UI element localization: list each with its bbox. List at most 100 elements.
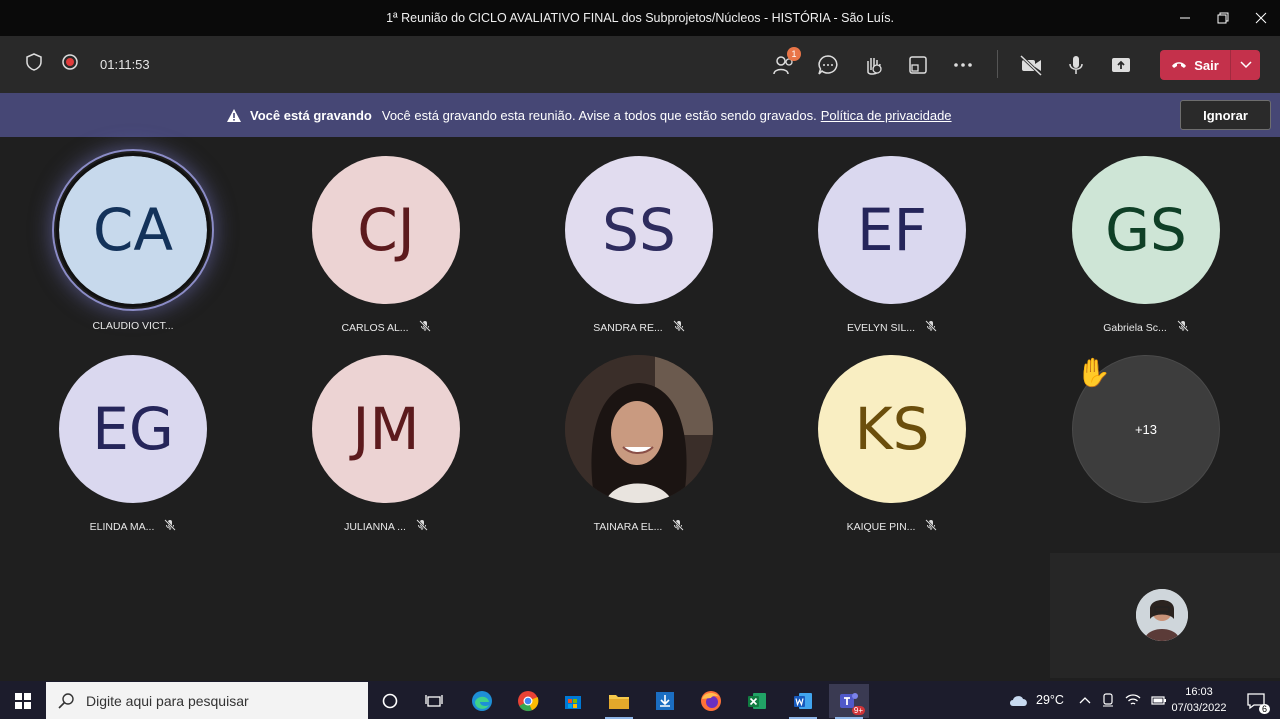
taskbar-search[interactable]: Digite aqui para pesquisar — [46, 682, 368, 719]
participant-tile[interactable]: CJ CARLOS AL... — [286, 139, 486, 339]
wifi-icon — [1125, 694, 1141, 705]
title-bar: 1ª Reunião do CICLO AVALIATIVO FINAL dos… — [0, 0, 1280, 36]
meet-now-icon — [1103, 693, 1113, 707]
participant-name: CLAUDIO VICT... — [92, 320, 174, 332]
start-button[interactable] — [3, 684, 43, 718]
camera-button[interactable] — [1018, 52, 1044, 78]
microphone-icon — [1069, 56, 1083, 74]
cortana-button[interactable] — [370, 684, 410, 718]
weather-widget[interactable]: 29°C — [1008, 681, 1064, 719]
participant-avatar: CJ — [312, 156, 460, 304]
ignore-button[interactable]: Ignorar — [1180, 100, 1271, 130]
banner-message: Você está gravando esta reunião. Avise a… — [381, 107, 817, 123]
self-avatar — [1136, 589, 1188, 641]
participant-name: KAIQUE PIN... — [846, 520, 916, 533]
participant-tile[interactable]: TAINARA EL... — [539, 338, 739, 538]
temperature: 29°C — [1036, 693, 1064, 707]
share-button[interactable] — [1108, 52, 1134, 78]
mic-muted-icon — [418, 320, 431, 335]
task-view-icon — [425, 695, 443, 707]
meeting-toolbar: 01:11:53 1 Sair — [0, 36, 1280, 93]
firefox-icon — [701, 691, 721, 711]
participant-avatar: EF — [818, 156, 966, 304]
rooms-button[interactable] — [905, 52, 931, 78]
mic-muted-icon — [925, 519, 938, 534]
toolbar-separator — [997, 50, 998, 78]
notification-count: 6 — [1258, 704, 1270, 714]
task-view-button[interactable] — [414, 684, 454, 718]
clock-time: 16:03 — [1185, 686, 1213, 698]
participant-tile[interactable]: EF EVELYN SIL... — [792, 139, 992, 339]
leave-label: Sair — [1194, 57, 1219, 73]
edge-icon — [472, 691, 492, 711]
hang-up-icon — [1172, 62, 1187, 68]
chat-icon — [818, 55, 838, 75]
participants-button[interactable]: 1 — [771, 47, 801, 78]
mic-muted-icon — [1177, 320, 1189, 335]
notification-center[interactable]: 6 — [1236, 684, 1276, 718]
participant-name-row: ELINDA MA... — [33, 519, 233, 534]
excel-app[interactable] — [737, 684, 777, 718]
close-button[interactable] — [1242, 0, 1280, 36]
participant-tile[interactable]: CA CLAUDIO VICT... — [33, 139, 233, 339]
taskbar-clock[interactable]: 16:03 07/03/2022 — [1166, 684, 1232, 716]
edge-app[interactable] — [462, 684, 502, 718]
participant-photo — [565, 355, 713, 503]
participant-tile[interactable]: GS Gabriela Sc... — [1046, 139, 1246, 339]
share-screen-icon — [1112, 58, 1130, 72]
recording-banner: Você está gravando Você está gravando es… — [0, 93, 1280, 137]
windows-logo-icon — [15, 693, 31, 709]
participants-badge: 1 — [787, 47, 801, 61]
self-video-preview[interactable] — [1050, 553, 1280, 678]
minimize-icon — [1180, 17, 1190, 19]
overflow-tile[interactable]: +13 ✋ — [1046, 338, 1246, 538]
participant-name-row: JULIANNA ... — [286, 519, 486, 534]
leave-dropdown[interactable] — [1231, 50, 1260, 80]
chrome-app[interactable] — [508, 684, 548, 718]
firefox-app[interactable] — [691, 684, 731, 718]
shield-icon[interactable] — [24, 52, 44, 77]
participant-name: JULIANNA ... — [344, 520, 406, 533]
participant-avatar: JM — [312, 355, 460, 503]
participant-tile[interactable]: KS KAIQUE PIN... — [792, 338, 992, 538]
leave-main[interactable]: Sair — [1160, 50, 1230, 80]
folder-icon — [609, 695, 629, 709]
word-app[interactable] — [783, 684, 823, 719]
privacy-policy-link[interactable]: Política de privacidade — [821, 108, 952, 123]
battery-icon — [1151, 696, 1166, 705]
more-actions-button[interactable] — [950, 52, 976, 78]
download-icon — [656, 692, 674, 710]
warning-icon — [227, 108, 241, 122]
reactions-button[interactable] — [860, 52, 886, 78]
maximize-button[interactable] — [1204, 0, 1242, 36]
participant-name-row: CARLOS AL... — [286, 320, 486, 335]
participant-avatar: SS — [565, 156, 713, 304]
file-explorer-app[interactable] — [599, 684, 639, 719]
participant-tile[interactable]: SS SANDRA RE... — [539, 139, 739, 339]
chat-button[interactable] — [815, 52, 841, 78]
leave-button[interactable]: Sair — [1160, 50, 1260, 80]
more-icon — [954, 63, 972, 67]
participant-name-row: Gabriela Sc... — [1046, 320, 1246, 335]
participant-name: TAINARA EL... — [593, 520, 663, 533]
mic-muted-icon — [672, 320, 685, 335]
participant-avatar: GS — [1072, 156, 1220, 304]
minimize-button[interactable] — [1166, 0, 1204, 36]
clock-date: 07/03/2022 — [1171, 702, 1227, 714]
system-tray-icons[interactable] — [1079, 681, 1167, 719]
cloud-icon — [1010, 696, 1027, 706]
store-app[interactable] — [553, 684, 593, 718]
microphone-button[interactable] — [1063, 52, 1089, 78]
participant-name: ELINDA MA... — [89, 520, 155, 533]
search-icon — [58, 692, 74, 709]
participant-avatar: KS — [818, 355, 966, 503]
participant-name: EVELYN SIL... — [846, 321, 916, 334]
participant-tile[interactable]: EG ELINDA MA... — [33, 338, 233, 538]
participant-tile[interactable]: JM JULIANNA ... — [286, 338, 486, 538]
participant-name-row: EVELYN SIL... — [792, 320, 992, 335]
mic-muted-icon — [416, 519, 428, 534]
recording-icon — [60, 52, 80, 77]
teams-app[interactable]: 9+ — [829, 684, 869, 719]
cortana-icon — [382, 693, 398, 709]
download-app[interactable] — [645, 684, 685, 718]
